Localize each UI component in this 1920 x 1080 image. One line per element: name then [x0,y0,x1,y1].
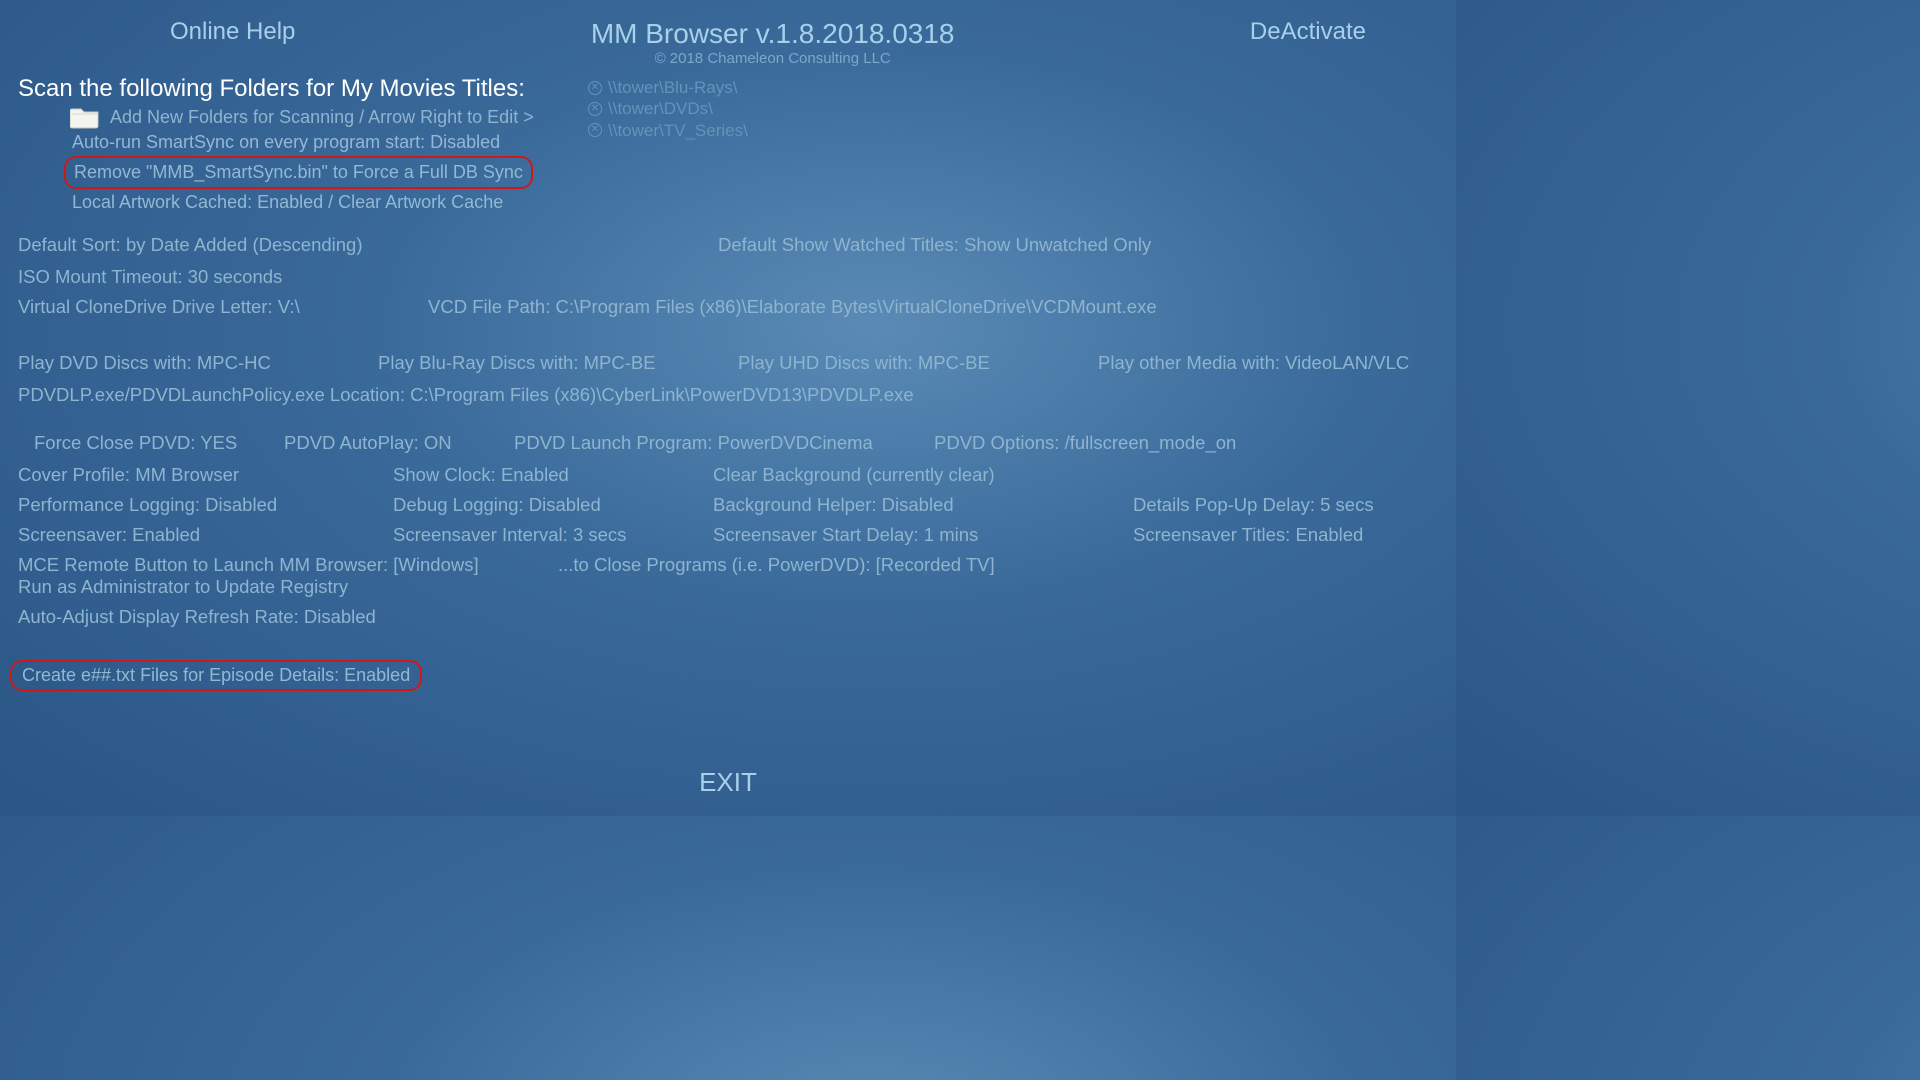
folder-path-item[interactable]: ✕ \\tower\TV_Series\ [588,120,748,141]
play-bluray-option[interactable]: Play Blu-Ray Discs with: MPC-BE [378,352,698,374]
create-txt-option[interactable]: Create e##.txt Files for Episode Details… [10,660,422,691]
folder-path-item[interactable]: ✕ \\tower\DVDs\ [588,98,748,119]
pdvd-options-option[interactable]: PDVD Options: /fullscreen_mode_on [934,432,1236,454]
perf-log-option[interactable]: Performance Logging: Disabled [18,494,353,516]
artwork-cache-option[interactable]: Local Artwork Cached: Enabled / Clear Ar… [0,189,1456,216]
folder-icon [70,105,100,129]
folder-path: \\tower\Blu-Rays\ [608,77,737,98]
online-help-link[interactable]: Online Help [170,18,295,46]
exit-button[interactable]: EXIT [0,767,1456,798]
remove-icon[interactable]: ✕ [588,123,602,137]
ss-titles-option[interactable]: Screensaver Titles: Enabled [1133,524,1363,546]
folder-path: \\tower\DVDs\ [608,98,713,119]
mce-close-option[interactable]: ...to Close Programs (i.e. PowerDVD): [R… [558,554,1053,576]
vcd-path-option[interactable]: VCD File Path: C:\Program Files (x86)\El… [428,296,1157,318]
debug-log-option[interactable]: Debug Logging: Disabled [393,494,673,516]
deactivate-link[interactable]: DeActivate [1250,18,1366,46]
default-sort-option[interactable]: Default Sort: by Date Added (Descending) [18,234,678,256]
force-close-option[interactable]: Force Close PDVD: YES [34,432,244,454]
folder-path: \\tower\TV_Series\ [608,120,748,141]
play-dvd-option[interactable]: Play DVD Discs with: MPC-HC [18,352,338,374]
ss-delay-option[interactable]: Screensaver Start Delay: 1 mins [713,524,1093,546]
mce-launch-option[interactable]: MCE Remote Button to Launch MM Browser: … [18,554,518,576]
remove-icon[interactable]: ✕ [588,102,602,116]
add-folders[interactable]: Add New Folders for Scanning / Arrow Rig… [110,107,534,128]
screensaver-option[interactable]: Screensaver: Enabled [18,524,353,546]
pdvd-launch-option[interactable]: PDVD Launch Program: PowerDVDCinema [514,432,894,454]
show-clock-option[interactable]: Show Clock: Enabled [393,464,673,486]
pdvdlp-option[interactable]: PDVDLP.exe/PDVDLaunchPolicy.exe Location… [18,384,914,406]
play-other-option[interactable]: Play other Media with: VideoLAN/VLC [1098,352,1409,374]
run-admin-option[interactable]: Run as Administrator to Update Registry [18,576,348,598]
play-uhd-option[interactable]: Play UHD Discs with: MPC-BE [738,352,1058,374]
cover-profile-option[interactable]: Cover Profile: MM Browser [18,464,353,486]
auto-refresh-option[interactable]: Auto-Adjust Display Refresh Rate: Disabl… [18,606,376,628]
bg-helper-option[interactable]: Background Helper: Disabled [713,494,1093,516]
app-title: MM Browser v.1.8.2018.0318 [591,18,955,50]
clear-bg-option[interactable]: Clear Background (currently clear) [713,464,995,486]
remove-smartsync-option[interactable]: Remove "MMB_SmartSync.bin" to Force a Fu… [64,156,533,189]
remove-icon[interactable]: ✕ [588,81,602,95]
folder-path-item[interactable]: ✕ \\tower\Blu-Rays\ [588,77,748,98]
popup-delay-option[interactable]: Details Pop-Up Delay: 5 secs [1133,494,1374,516]
pdvd-autoplay-option[interactable]: PDVD AutoPlay: ON [284,432,474,454]
vcd-letter-option[interactable]: Virtual CloneDrive Drive Letter: V:\ [18,296,388,318]
iso-timeout-option[interactable]: ISO Mount Timeout: 30 seconds [18,266,282,288]
copyright: © 2018 Chameleon Consulting LLC [591,50,955,67]
folder-paths: ✕ \\tower\Blu-Rays\ ✕ \\tower\DVDs\ ✕ \\tow… [588,77,748,141]
ss-interval-option[interactable]: Screensaver Interval: 3 secs [393,524,673,546]
default-show-option[interactable]: Default Show Watched Titles: Show Unwatc… [718,234,1151,256]
app-title-block: MM Browser v.1.8.2018.0318 © 2018 Chamel… [591,18,955,67]
